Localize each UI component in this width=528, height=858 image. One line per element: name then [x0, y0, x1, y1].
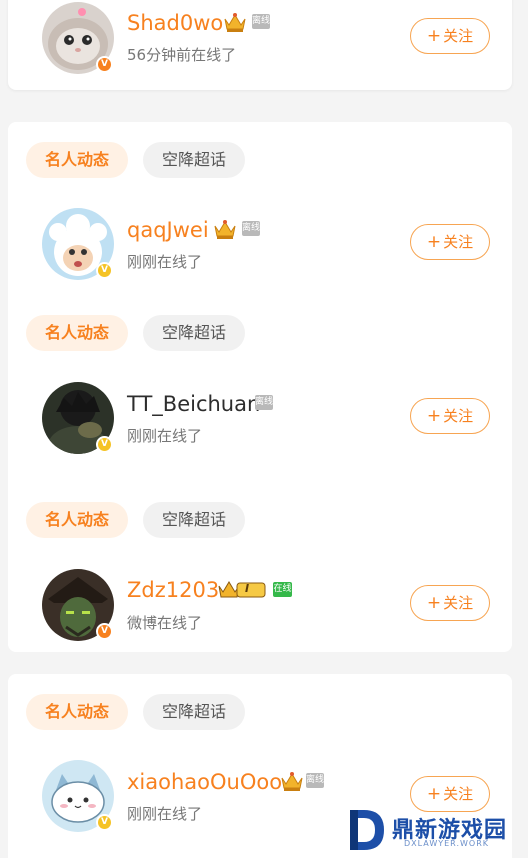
follow-button[interactable]: + 关注: [410, 224, 490, 260]
online-status: 微博在线了: [127, 614, 203, 632]
presence-tag: 离线: [252, 14, 270, 29]
follow-label: 关注: [443, 27, 474, 45]
chip-super-topic[interactable]: 空降超话: [143, 315, 245, 351]
online-status: 刚刚在线了: [127, 253, 203, 271]
crown-icon: [281, 772, 303, 791]
verified-badge: V: [96, 623, 113, 640]
chip-super-topic[interactable]: 空降超话: [143, 142, 245, 178]
chip-celebrity-feed[interactable]: 名人动态: [26, 502, 128, 538]
plus-icon: +: [426, 593, 442, 613]
chip-celebrity-feed[interactable]: 名人动态: [26, 142, 128, 178]
plus-icon: +: [426, 26, 442, 46]
follow-button[interactable]: + 关注: [410, 585, 490, 621]
vip-level-label: I: [245, 582, 250, 595]
chip-celebrity-feed[interactable]: 名人动态: [26, 315, 128, 351]
online-status: 刚刚在线了: [127, 427, 203, 445]
plus-icon: +: [426, 406, 442, 426]
presence-tag: 离线: [306, 773, 324, 788]
user-row[interactable]: V qaqJwei 离线 刚刚在线了 + 关注: [0, 206, 528, 286]
follow-button[interactable]: + 关注: [410, 18, 490, 54]
chip-super-topic[interactable]: 空降超话: [143, 502, 245, 538]
presence-tag: 离线: [255, 395, 273, 410]
follow-label: 关注: [443, 233, 474, 251]
watermark-subtitle: DXLAWYER.WORK: [404, 839, 489, 848]
username[interactable]: Shad0wo: [127, 11, 223, 35]
verified-badge: V: [96, 56, 113, 73]
user-row[interactable]: V Zdz1203 I 在线 微博在线了 + 关注: [0, 567, 528, 647]
username[interactable]: xiaohaoOuOoo: [127, 770, 282, 794]
watermark-logo-icon: [350, 810, 384, 850]
presence-tag: 离线: [242, 221, 260, 236]
user-row[interactable]: V Shad0wo 离线 56分钟前在线了 + 关注: [0, 0, 528, 80]
plus-icon: +: [426, 784, 442, 804]
follow-label: 关注: [443, 594, 474, 612]
username[interactable]: TT_Beichuan: [127, 392, 260, 416]
user-row[interactable]: V TT_Beichuan 离线 刚刚在线了 + 关注: [0, 380, 528, 460]
follow-label: 关注: [443, 785, 474, 803]
site-watermark: 鼎新游戏园 DXLAWYER.WORK: [346, 806, 526, 858]
vip-level-badge: [218, 581, 266, 598]
crown-icon: [224, 13, 246, 32]
follow-label: 关注: [443, 407, 474, 425]
chip-celebrity-feed[interactable]: 名人动态: [26, 694, 128, 730]
verified-badge: V: [96, 262, 113, 279]
username[interactable]: qaqJwei: [127, 218, 209, 242]
crown-icon: [214, 220, 236, 239]
presence-tag: 在线: [273, 582, 292, 597]
verified-badge: V: [96, 436, 113, 453]
plus-icon: +: [426, 232, 442, 252]
online-status: 刚刚在线了: [127, 805, 203, 823]
chip-super-topic[interactable]: 空降超话: [143, 694, 245, 730]
online-status: 56分钟前在线了: [127, 46, 237, 64]
username[interactable]: Zdz1203: [127, 578, 219, 602]
follow-button[interactable]: + 关注: [410, 398, 490, 434]
verified-badge: V: [96, 814, 113, 831]
